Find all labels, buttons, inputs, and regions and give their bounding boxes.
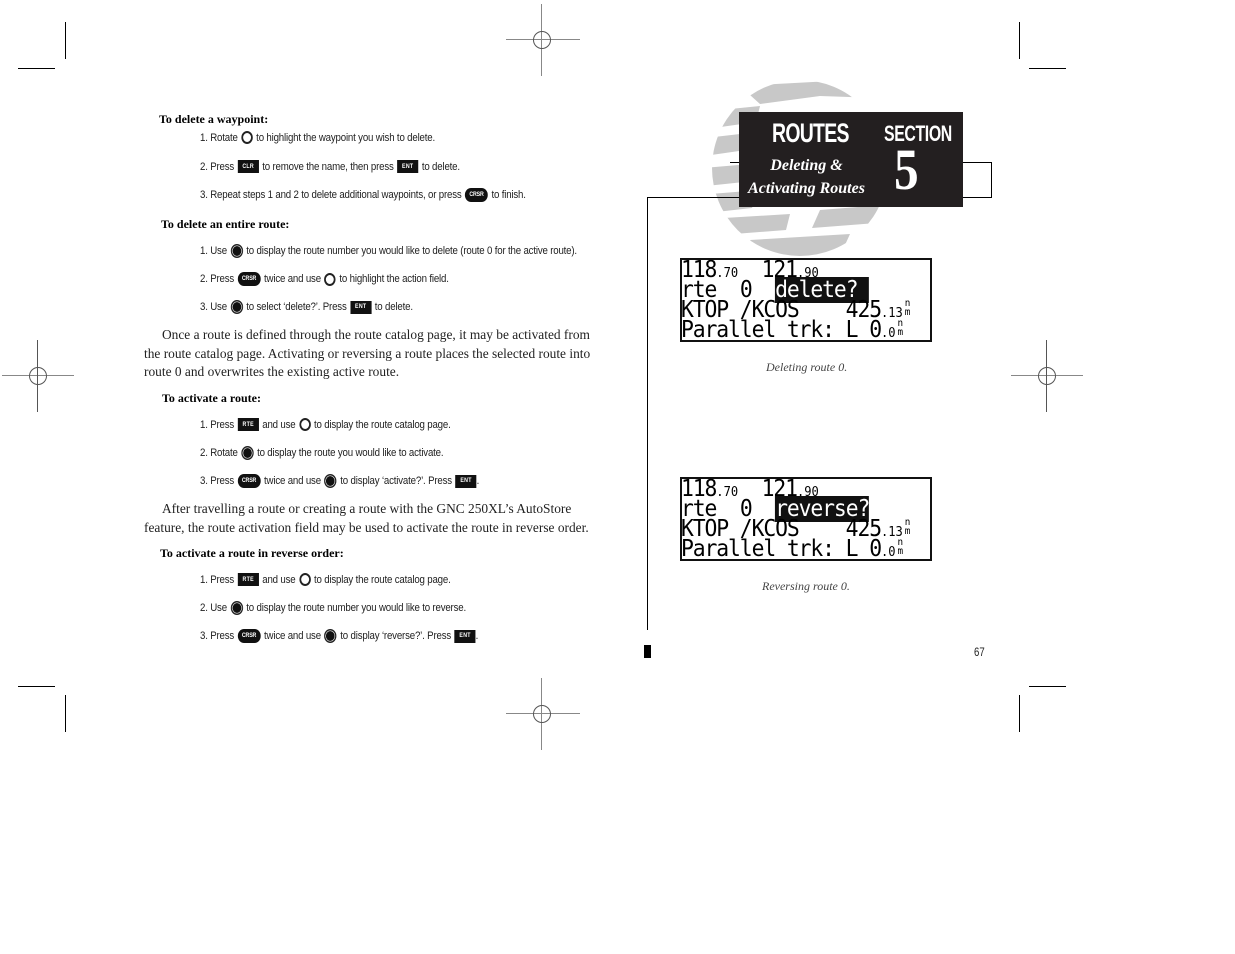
rte-key-icon: RTE [237, 573, 259, 586]
registration-mark-icon [2, 340, 74, 412]
lcd-screen-delete: 118.70 121.90 rte 0 delete? KTOP /KCOS 4… [680, 258, 932, 342]
crop-mark [18, 686, 55, 687]
registration-mark-icon [506, 678, 580, 750]
rte-key-icon: RTE [237, 418, 259, 431]
tab-rule-vertical [991, 162, 992, 198]
step-delete-waypoint-1: 1. Rotate to highlight the waypoint you … [200, 131, 436, 144]
knob-outline-icon [299, 573, 311, 586]
step-delete-route-3: 3. Use to select ‘delete?’. Press ENT to… [200, 300, 413, 314]
crop-mark [18, 68, 55, 69]
caption-deleting: Deleting route 0. [766, 360, 848, 374]
crsr-key-icon: CRSR [465, 188, 488, 202]
crop-mark [1029, 686, 1066, 687]
crop-mark [65, 695, 66, 732]
heading-delete-waypoint: To delete a waypoint: [159, 112, 269, 126]
knob-outline-icon [324, 272, 336, 286]
registration-mark-icon [506, 4, 580, 76]
section-title: ROUTES [772, 118, 849, 148]
section-number: 5 [894, 137, 919, 202]
step-reverse-route-1: 1. Press RTE and use to display the rout… [200, 573, 451, 586]
heading-reverse-route: To activate a route in reverse order: [160, 546, 344, 560]
knob-outline-icon [241, 131, 253, 144]
crop-mark [1029, 68, 1066, 69]
section-subtitle: Deleting & Activating Routes [748, 157, 865, 197]
knob-filled-icon [324, 629, 337, 643]
step-activate-route-2: 2. Rotate to display the route you would… [200, 446, 444, 460]
page-number: 67 [974, 645, 985, 659]
column-rule-horizontal [647, 197, 742, 198]
step-delete-waypoint-3: 3. Repeat steps 1 and 2 to delete additi… [200, 188, 526, 202]
caption-reversing: Reversing route 0. [762, 579, 850, 593]
step-reverse-route-2: 2. Use to display the route number you w… [200, 601, 466, 615]
step-reverse-route-3: 3. Press CRSR twice and use to display ‘… [200, 629, 479, 643]
thumb-tab-mark [644, 645, 651, 658]
step-delete-route-1: 1. Use to display the route number you w… [200, 244, 577, 258]
crop-mark [1019, 22, 1020, 59]
ent-key-icon: ENT [350, 300, 372, 314]
ent-key-icon: ENT [455, 474, 477, 488]
knob-filled-icon [324, 474, 337, 488]
crsr-key-icon: CRSR [237, 474, 261, 488]
crsr-key-icon: CRSR [237, 272, 261, 286]
step-delete-waypoint-2: 2. Press CLR to remove the name, then pr… [200, 160, 460, 173]
step-activate-route-3: 3. Press CRSR twice and use to display ‘… [200, 474, 480, 488]
tab-rule-horizontal [963, 197, 992, 198]
knob-filled-icon [230, 300, 243, 314]
crop-mark [65, 22, 66, 59]
paragraph-autostore-reverse: After travelling a route or creating a r… [144, 501, 589, 535]
knob-outline-icon [299, 418, 311, 431]
heading-delete-route: To delete an entire route: [161, 217, 290, 231]
crsr-key-icon: CRSR [237, 629, 261, 643]
clr-key-icon: CLR [237, 160, 259, 173]
paragraph-route-activation: Once a route is defined through the rout… [144, 327, 591, 379]
ent-key-icon: ENT [397, 160, 419, 173]
knob-filled-icon [230, 244, 243, 258]
ent-key-icon: ENT [454, 629, 476, 643]
column-rule-vertical [647, 197, 648, 630]
heading-activate-route: To activate a route: [162, 391, 261, 405]
section-tab: ROUTES Deleting & Activating Routes SECT… [739, 112, 963, 207]
step-activate-route-1: 1. Press RTE and use to display the rout… [200, 418, 451, 431]
knob-filled-icon [241, 446, 254, 460]
crop-mark [1019, 695, 1020, 732]
step-delete-route-2: 2. Press CRSR twice and use to highlight… [200, 272, 449, 286]
knob-filled-icon [230, 601, 243, 615]
registration-mark-icon [1011, 340, 1083, 412]
lcd-screen-reverse: 118.70 121.90 rte 0 reverse? KTOP /KCOS … [680, 477, 932, 561]
